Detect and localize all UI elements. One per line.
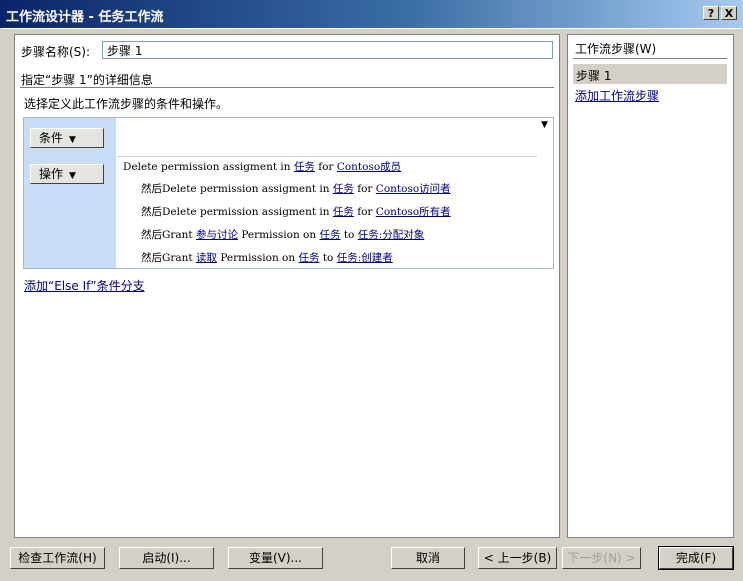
add-else-if-link[interactable]: 添加“Else If”条件分支: [24, 277, 145, 294]
workflow-steps-title: 工作流步骤(W): [575, 42, 657, 56]
workflow-steps-panel: [567, 34, 734, 538]
conditions-button-label: 条件: [39, 131, 64, 145]
action-link[interactable]: 参与讨论: [196, 229, 238, 241]
action-line: Delete permission assigment in 任务 for Co…: [123, 159, 401, 174]
close-button[interactable]: X: [721, 6, 737, 20]
action-text: to: [343, 229, 355, 241]
title-bar: 工作流设计器 - 任务工作流 ? X: [0, 0, 743, 28]
cancel-button[interactable]: 取消: [391, 547, 465, 569]
actions-button-label: 操作: [39, 167, 64, 181]
action-line: 然后Delete permission assigment in 任务 for …: [141, 181, 451, 196]
action-text: Permission on: [220, 252, 296, 264]
divider: [20, 87, 554, 88]
action-link[interactable]: 读取: [196, 252, 217, 264]
add-workflow-step-link[interactable]: 添加工作流步骤: [575, 87, 659, 104]
action-line: 然后Grant 参与讨论 Permission on 任务 to 任务:分配对象: [141, 227, 424, 242]
action-prefix: 然后: [141, 252, 162, 264]
action-text: for: [318, 161, 334, 173]
step-name-input[interactable]: [102, 41, 553, 59]
action-text: for: [357, 183, 373, 195]
condition-divider: [117, 156, 537, 157]
action-link[interactable]: 任务: [298, 252, 319, 264]
rule-box: 条件 ▼ 操作 ▼ ▼ Delete permission assigment in…: [23, 117, 554, 269]
action-link[interactable]: Contoso访问者: [376, 183, 451, 195]
action-text: for: [357, 206, 373, 218]
help-button[interactable]: ?: [703, 6, 719, 20]
action-line: 然后Delete permission assigment in 任务 for …: [141, 204, 451, 219]
step-list-item-label: 步骤 1: [576, 69, 612, 83]
action-text: Permission on: [241, 229, 317, 241]
action-text: Grant: [162, 229, 193, 241]
next-button[interactable]: 下一步(N) >: [562, 547, 641, 569]
action-link[interactable]: 任务: [333, 206, 354, 218]
step-list-item[interactable]: 步骤 1: [573, 64, 727, 84]
action-prefix: 然后: [141, 206, 162, 218]
action-text: Delete permission assigment in: [162, 183, 330, 195]
window-title: 工作流设计器 - 任务工作流: [6, 10, 164, 25]
detail-heading: 指定“步骤 1”的详细信息: [21, 73, 153, 87]
dropdown-arrow-icon: ▼: [69, 135, 76, 145]
action-line: 然后Grant 读取 Permission on 任务 to 任务:创建者: [141, 250, 393, 265]
action-text: Delete permission assigment in: [123, 161, 291, 173]
action-link[interactable]: 任务: [294, 161, 315, 173]
action-text: Delete permission assigment in: [162, 206, 330, 218]
conditions-button[interactable]: 条件 ▼: [30, 128, 104, 148]
step-name-label: 步骤名称(S):: [21, 45, 91, 59]
variables-button[interactable]: 变量(V)...: [228, 547, 323, 569]
dropdown-arrow-icon: ▼: [69, 171, 76, 181]
action-link[interactable]: 任务:创建者: [337, 252, 393, 264]
action-link[interactable]: 任务:分配对象: [358, 229, 425, 241]
action-text: to: [322, 252, 334, 264]
action-link[interactable]: Contoso所有者: [376, 206, 451, 218]
start-options-button[interactable]: 启动(I)...: [119, 547, 214, 569]
action-prefix: 然后: [141, 229, 162, 241]
rule-menu-arrow-icon[interactable]: ▼: [541, 120, 548, 130]
divider: [573, 58, 727, 59]
action-text: Grant: [162, 252, 193, 264]
instruction-text: 选择定义此工作流步骤的条件和操作。: [24, 97, 229, 111]
finish-button[interactable]: 完成(F): [658, 546, 734, 570]
action-link[interactable]: Contoso成员: [337, 161, 401, 173]
actions-button[interactable]: 操作 ▼: [30, 164, 104, 184]
action-prefix: 然后: [141, 183, 162, 195]
check-workflow-button[interactable]: 检查工作流(H): [10, 547, 105, 569]
rule-button-column: 条件 ▼ 操作 ▼: [24, 118, 116, 268]
action-link[interactable]: 任务: [333, 183, 354, 195]
back-button[interactable]: < 上一步(B): [478, 547, 557, 569]
action-link[interactable]: 任务: [319, 229, 340, 241]
